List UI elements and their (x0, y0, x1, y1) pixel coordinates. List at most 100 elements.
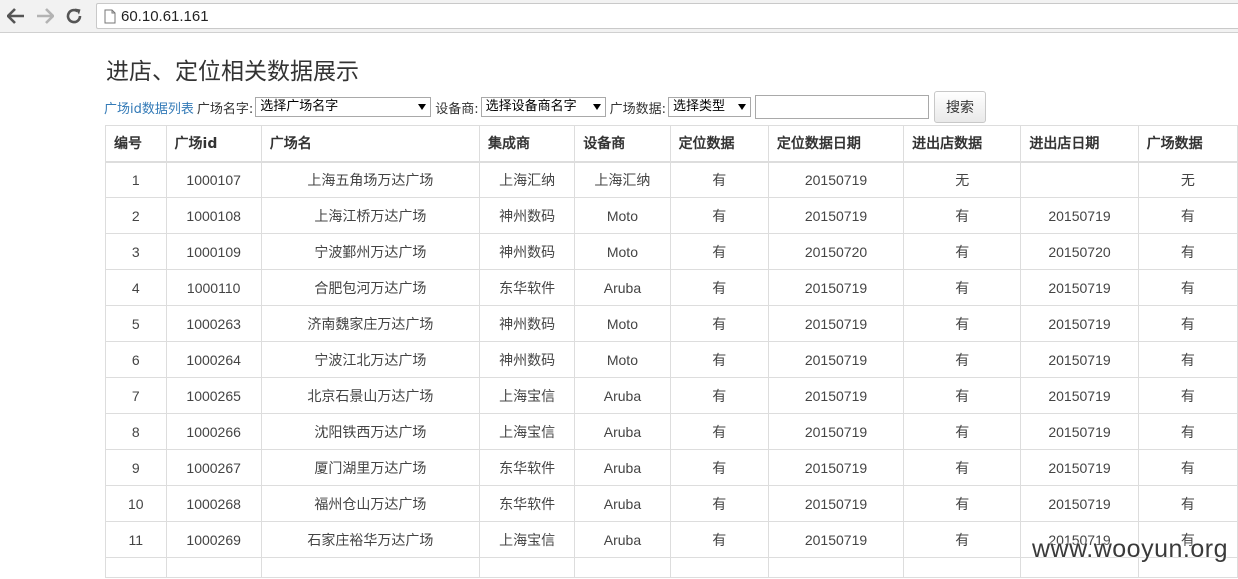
col-header-entry-date: 进出店日期 (1020, 125, 1139, 163)
vendor-select-value: 选择设备商名字 (485, 99, 577, 114)
cell-vendor: Aruba (574, 413, 671, 450)
vendor-label: 设备商: (435, 101, 479, 117)
table-row: 8 1000266 沈阳铁西万达广场 上海宝信 Aruba 有 20150719 有 20150… (105, 413, 1238, 450)
table-row: 5 1000263 济南魏家庄万达广场 神州数码 Moto 有 20150719 有 20150… (105, 305, 1238, 342)
cell-mall-id: 1000266 (165, 413, 262, 450)
search-input[interactable] (755, 95, 930, 119)
table-row: 4 1000110 合肥包河万达广场 东华软件 Aruba 有 20150719 有 20150… (105, 269, 1238, 306)
table-row: 9 1000267 厦门湖里万达广场 东华软件 Aruba 有 20150719 有 20150… (105, 449, 1238, 486)
cell-integrator: 神州数码 (479, 341, 576, 378)
cell-mall-name: 上海江桥万达广场 (260, 197, 481, 234)
arrow-right-icon (37, 8, 54, 24)
cell-mall-data: 有 (1137, 485, 1238, 522)
cell-location-data: 有 (669, 413, 769, 450)
cell-mall-data: 无 (1137, 161, 1238, 198)
cell-entry-date: 20150719 (1020, 377, 1139, 414)
cell-mall-id: 1000107 (165, 161, 262, 198)
mall-data-label: 广场数据: (609, 101, 667, 117)
cell-location-data: 有 (669, 521, 769, 558)
cell-location-data: 有 (669, 449, 769, 486)
cell-location-date: 20150720 (767, 233, 905, 270)
mall-name-select[interactable]: 选择广场名字 (255, 97, 432, 117)
cell-vendor: 上海汇纳 (574, 161, 671, 198)
cell-vendor: Aruba (574, 449, 671, 486)
cell-entry-data: 无 (903, 161, 1022, 198)
mall-name-label: 广场名字: (196, 101, 254, 117)
cell-vendor: Moto (574, 197, 671, 234)
cell-mall-name: 石家庄裕华万达广场 (260, 521, 481, 558)
cell-empty (574, 557, 671, 578)
cell-number: 6 (105, 341, 167, 378)
dropdown-arrow-icon (418, 104, 427, 110)
cell-number: 9 (105, 449, 167, 486)
cell-integrator: 东华软件 (479, 449, 576, 486)
cell-mall-id: 1000109 (165, 233, 262, 270)
cell-vendor: Aruba (574, 485, 671, 522)
cell-mall-id: 1000110 (165, 269, 262, 306)
cell-vendor: Aruba (574, 377, 671, 414)
cell-empty (260, 557, 481, 578)
cell-mall-name: 厦门湖里万达广场 (260, 449, 481, 486)
cell-empty (165, 557, 262, 578)
page-icon (104, 9, 116, 24)
table-row: 3 1000109 宁波鄞州万达广场 神州数码 Moto 有 20150720 有 201507… (105, 233, 1238, 270)
address-bar[interactable]: 60.10.61.161 (96, 3, 1238, 29)
cell-entry-data: 有 (903, 485, 1022, 522)
page-title: 进店、定位相关数据展示 (106, 59, 359, 85)
cell-vendor: Moto (574, 341, 671, 378)
cell-location-date: 20150719 (767, 161, 905, 198)
data-type-select-value: 选择类型 (673, 99, 726, 114)
cell-mall-id: 1000108 (165, 197, 262, 234)
cell-location-date: 20150719 (767, 485, 905, 522)
data-type-select[interactable]: 选择类型 (668, 97, 752, 117)
cell-location-data: 有 (669, 161, 769, 198)
cell-number: 1 (105, 161, 167, 198)
cell-integrator: 上海宝信 (479, 413, 576, 450)
col-header-number: 编号 (105, 125, 167, 163)
cell-number: 11 (105, 521, 167, 558)
browser-toolbar: 60.10.61.161 (0, 0, 1238, 33)
cell-number: 4 (105, 269, 167, 306)
cell-vendor: Moto (574, 305, 671, 342)
cell-integrator: 神州数码 (479, 197, 576, 234)
table-header-row: 编号 广场id 广场名 集成商 设备商 定位数据 定位数据日期 进出店数据 进出… (105, 125, 1238, 163)
cell-entry-date (1020, 161, 1139, 198)
forward-button[interactable] (34, 5, 56, 27)
cell-vendor: Aruba (574, 269, 671, 306)
mall-id-list-link[interactable]: 广场id数据列表 (104, 98, 194, 117)
cell-number: 10 (105, 485, 167, 522)
dropdown-arrow-icon (738, 104, 747, 110)
vendor-select[interactable]: 选择设备商名字 (480, 97, 606, 117)
cell-mall-data: 有 (1137, 233, 1238, 270)
cell-mall-name: 福州仓山万达广场 (260, 485, 481, 522)
cell-location-data: 有 (669, 197, 769, 234)
reload-icon (66, 8, 82, 24)
cell-mall-id: 1000265 (165, 377, 262, 414)
cell-mall-id: 1000269 (165, 521, 262, 558)
cell-location-date: 20150719 (767, 449, 905, 486)
cell-mall-name: 上海五角场万达广场 (260, 161, 481, 198)
table-row: 2 1000108 上海江桥万达广场 神州数码 Moto 有 20150719 有 201507… (105, 197, 1238, 234)
cell-empty (479, 557, 576, 578)
table-row: 1 1000107 上海五角场万达广场 上海汇纳 上海汇纳有 20150719 无无 (105, 161, 1238, 198)
cell-mall-data: 有 (1137, 449, 1238, 486)
cell-entry-date: 20150719 (1020, 413, 1139, 450)
table-row: 6 1000264 宁波江北万达广场 神州数码 Moto 有 20150719 有 201507… (105, 341, 1238, 378)
cell-location-date: 20150719 (767, 413, 905, 450)
reload-button[interactable] (63, 5, 85, 27)
cell-empty (105, 557, 167, 578)
cell-vendor: Aruba (574, 521, 671, 558)
cell-empty (669, 557, 769, 578)
data-table: 编号 广场id 广场名 集成商 设备商 定位数据 定位数据日期 进出店数据 进出… (105, 125, 1238, 578)
cell-integrator: 上海宝信 (479, 377, 576, 414)
cell-entry-data: 有 (903, 233, 1022, 270)
cell-entry-data: 有 (903, 341, 1022, 378)
back-button[interactable] (5, 5, 27, 27)
cell-integrator: 神州数码 (479, 233, 576, 270)
cell-mall-data: 有 (1137, 305, 1238, 342)
col-header-mall-id: 广场id (165, 125, 262, 163)
cell-location-data: 有 (669, 233, 769, 270)
cell-location-date: 20150719 (767, 341, 905, 378)
search-button[interactable]: 搜索 (934, 91, 987, 123)
cell-mall-id: 1000267 (165, 449, 262, 486)
